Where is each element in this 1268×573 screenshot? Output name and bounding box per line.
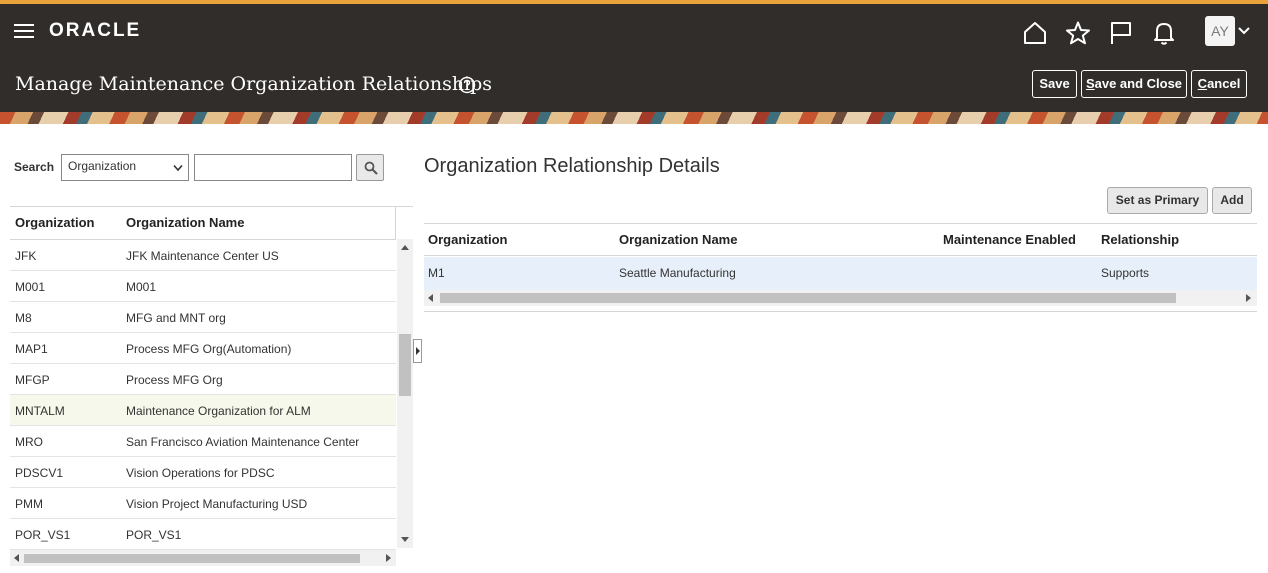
global-header: ORACLE AY Manage Maintenance Organizatio… [0, 4, 1268, 124]
table-row[interactable]: M8 MFG and MNT org [10, 302, 396, 333]
page-title: Manage Maintenance Organization Relation… [15, 73, 493, 95]
scroll-left-arrow-icon[interactable] [428, 294, 433, 302]
cell-organization-name: JFK Maintenance Center US [126, 249, 279, 263]
cell-organization: POR_VS1 [15, 528, 71, 542]
left-table-vertical-scrollbar[interactable] [397, 239, 413, 548]
column-header-organization-name[interactable]: Organization Name [126, 215, 244, 230]
details-table-horizontal-scrollbar[interactable] [424, 290, 1257, 306]
table-row[interactable]: PDSCV1 Vision Operations for PDSC [10, 457, 396, 488]
scrollbar-thumb[interactable] [440, 293, 1176, 303]
cell-organization: M1 [428, 266, 445, 280]
column-header-organization[interactable]: Organization [428, 232, 507, 247]
search-label: Search [14, 160, 55, 174]
cell-organization-name: San Francisco Aviation Maintenance Cente… [126, 435, 360, 449]
relationship-details-table: Organization Organization Name Maintenan… [424, 223, 1257, 312]
cell-organization-name: Seattle Manufacturing [619, 266, 736, 280]
cell-organization-name: Vision Project Manufacturing USD [126, 497, 308, 511]
table-row-selected[interactable]: MNTALM Maintenance Organization for ALM [10, 395, 396, 426]
set-as-primary-button[interactable]: Set as Primary [1107, 187, 1208, 214]
column-header-relationship[interactable]: Relationship [1101, 232, 1179, 247]
help-question-icon[interactable] [458, 76, 476, 94]
scroll-up-arrow-icon[interactable] [401, 245, 409, 250]
cell-organization: MRO [15, 435, 43, 449]
cell-organization-name: Process MFG Org(Automation) [126, 342, 292, 356]
scroll-down-arrow-icon[interactable] [401, 537, 409, 542]
chevron-right-icon [416, 347, 420, 355]
cell-organization-name: MFG and MNT org [126, 311, 226, 325]
table-row[interactable]: MFGP Process MFG Org [10, 364, 396, 395]
notifications-bell-icon[interactable] [1151, 20, 1177, 46]
table-row[interactable]: MRO San Francisco Aviation Maintenance C… [10, 426, 396, 457]
save-button[interactable]: Save [1032, 70, 1077, 98]
column-header-organization[interactable]: Organization [15, 215, 94, 230]
cell-organization: PDSCV1 [15, 466, 64, 480]
cell-relationship: Supports [1101, 266, 1150, 280]
home-icon[interactable] [1022, 20, 1048, 46]
table-row[interactable]: JFK JFK Maintenance Center US [10, 240, 396, 271]
cell-organization: MAP1 [15, 342, 48, 356]
table-row[interactable]: POR_VS1 POR_VS1 [10, 519, 396, 550]
cell-organization-name: Vision Operations for PDSC [126, 466, 275, 480]
cell-organization: MNTALM [15, 404, 65, 418]
scroll-left-arrow-icon[interactable] [14, 554, 19, 562]
decorative-banner-pattern [0, 112, 1268, 124]
oracle-logo[interactable]: ORACLE [49, 20, 141, 42]
search-input[interactable] [194, 154, 352, 181]
scroll-right-arrow-icon[interactable] [386, 554, 391, 562]
chevron-down-icon[interactable] [1237, 24, 1251, 38]
cell-organization: JFK [15, 249, 37, 263]
cell-organization-name: POR_VS1 [126, 528, 182, 542]
table-row[interactable]: MAP1 Process MFG Org(Automation) [10, 333, 396, 364]
search-button[interactable] [356, 154, 384, 181]
cell-organization: PMM [15, 497, 43, 511]
table-header: Organization Organization Name Maintenan… [424, 224, 1257, 256]
chevron-down-icon [173, 164, 183, 172]
user-avatar[interactable]: AY [1205, 16, 1235, 46]
panel-splitter-collapse-button[interactable] [413, 339, 422, 363]
scrollbar-thumb[interactable] [399, 334, 411, 396]
details-title: Organization Relationship Details [424, 155, 720, 177]
search-field-select[interactable]: Organization [61, 154, 189, 181]
column-header-maintenance-enabled[interactable]: Maintenance Enabled [943, 232, 1076, 247]
cell-organization: M8 [15, 311, 32, 325]
scroll-right-arrow-icon[interactable] [1246, 294, 1251, 302]
organizations-table: Organization Organization Name JFK JFK M… [10, 206, 413, 566]
table-row[interactable]: PMM Vision Project Manufacturing USD [10, 488, 396, 519]
menu-hamburger-icon[interactable] [14, 23, 34, 39]
table-row[interactable]: M001 M001 [10, 271, 396, 302]
search-select-value: Organization [68, 159, 137, 173]
table-row-selected[interactable]: M1 Seattle Manufacturing Supports [424, 257, 1257, 290]
column-header-organization-name[interactable]: Organization Name [619, 232, 737, 247]
cancel-button[interactable]: Cancel [1191, 70, 1247, 98]
cell-organization-name: M001 [126, 280, 157, 294]
cell-organization: MFGP [15, 373, 50, 387]
cell-organization-name: Maintenance Organization for ALM [126, 404, 311, 418]
flag-icon[interactable] [1108, 20, 1134, 46]
cell-organization-name: Process MFG Org [126, 373, 223, 387]
search-icon [364, 161, 378, 175]
page: ORACLE AY Manage Maintenance Organizatio… [0, 0, 1268, 573]
cell-organization: M001 [15, 280, 46, 294]
scrollbar-thumb[interactable] [24, 554, 360, 563]
table-header: Organization Organization Name [10, 207, 396, 240]
left-table-horizontal-scrollbar[interactable] [10, 550, 396, 566]
add-button[interactable]: Add [1212, 187, 1252, 214]
favorites-star-icon[interactable] [1065, 20, 1091, 46]
save-and-close-button[interactable]: Save and Close [1081, 70, 1187, 98]
